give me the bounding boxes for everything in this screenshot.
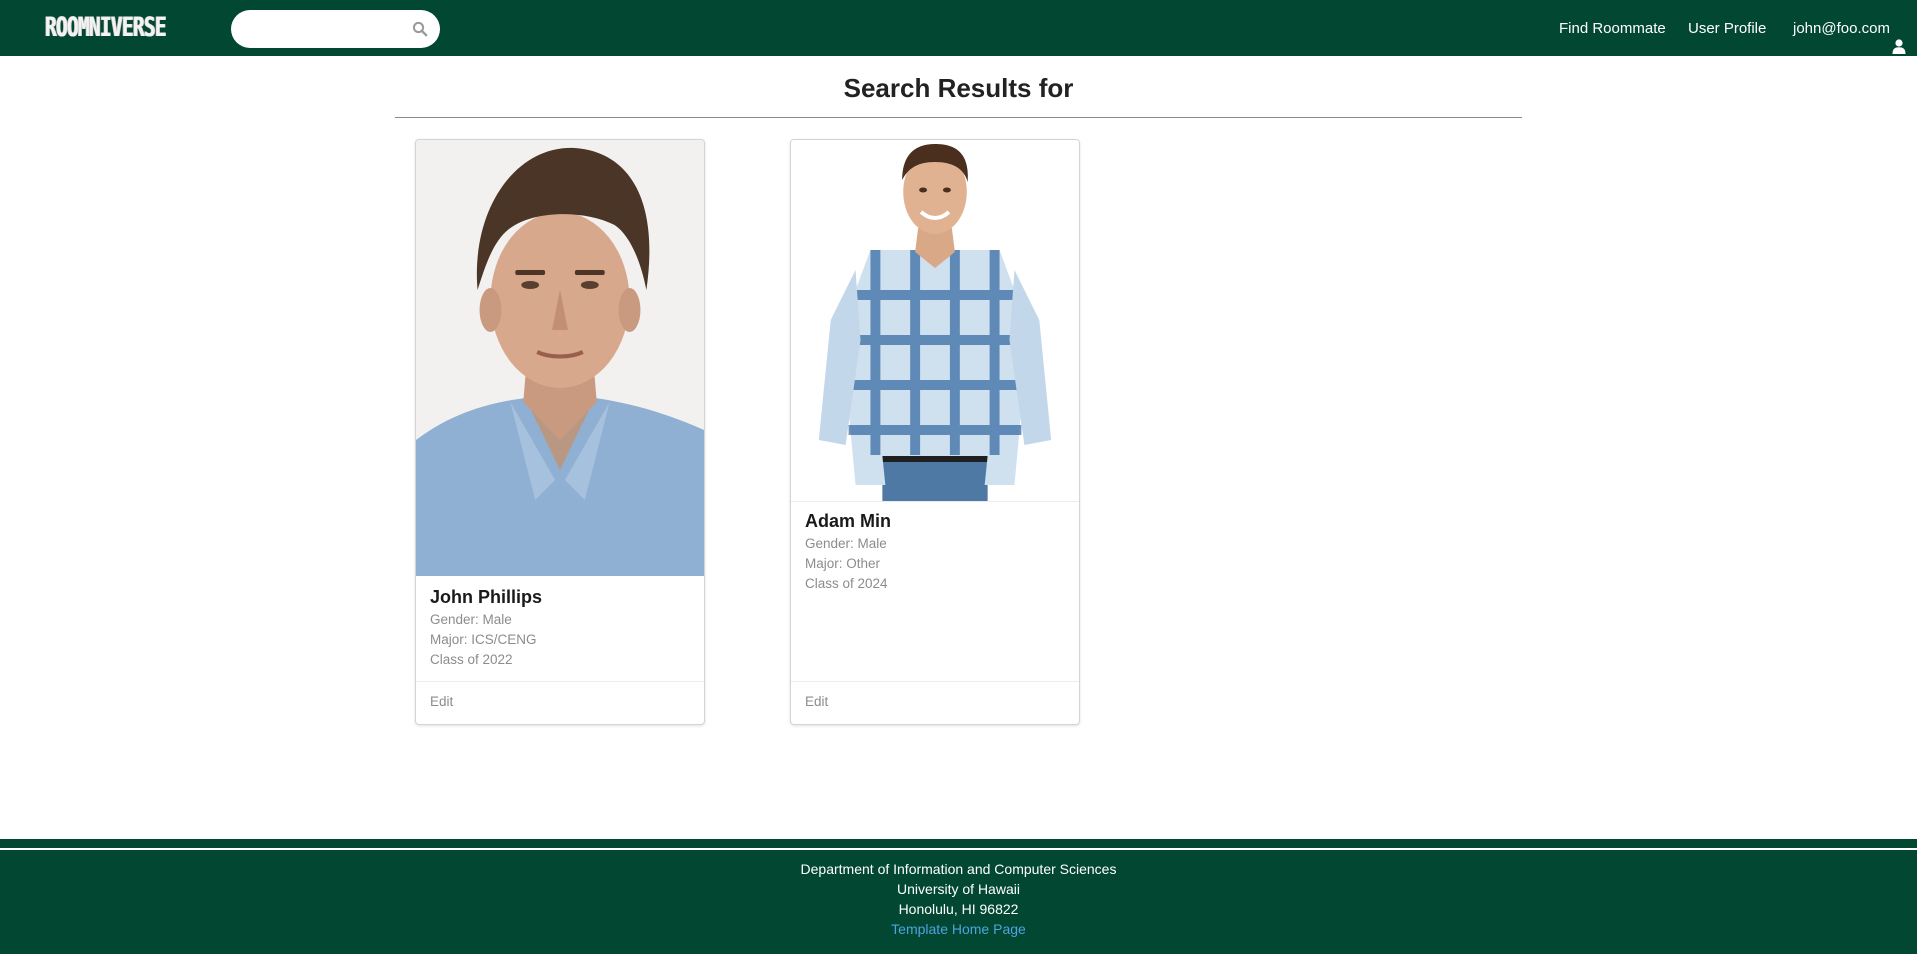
user-icon <box>1892 21 1906 54</box>
card-footer: Edit <box>791 681 1079 724</box>
footer-department: Department of Information and Computer S… <box>800 861 1117 877</box>
result-card-john-phillips: John Phillips Gender: Male Major: ICS/CE… <box>415 139 705 725</box>
page-footer: Department of Information and Computer S… <box>0 839 1917 954</box>
title-divider <box>395 117 1522 118</box>
template-home-link[interactable]: Template Home Page <box>891 921 1026 937</box>
student-class-year: Class of 2022 <box>430 652 513 667</box>
top-navbar: ROOMNIVERSE Find Roommate User Profile j… <box>0 0 1917 56</box>
student-name[interactable]: Adam Min <box>805 509 1065 533</box>
page-title: Search Results for <box>843 73 1074 103</box>
student-class-year: Class of 2024 <box>805 576 888 591</box>
nav-find-roommate[interactable]: Find Roommate <box>1559 0 1666 56</box>
user-email: john@foo.com <box>1793 19 1890 37</box>
result-card-adam-min: Adam Min Gender: Male Major: Other Class… <box>790 139 1080 725</box>
student-gender: Gender: Male <box>430 612 512 627</box>
search-box <box>231 10 440 50</box>
profile-photo <box>791 140 1079 502</box>
footer-divider <box>0 848 1917 850</box>
edit-link[interactable]: Edit <box>430 694 453 709</box>
edit-link[interactable]: Edit <box>805 694 828 709</box>
card-content: John Phillips Gender: Male Major: ICS/CE… <box>430 585 690 670</box>
card-content: Adam Min Gender: Male Major: Other Class… <box>805 509 1065 594</box>
footer-university: University of Hawaii <box>897 881 1020 897</box>
user-menu-dropdown[interactable]: john@foo.com <box>1793 0 1906 56</box>
nav-user-profile[interactable]: User Profile <box>1688 0 1766 56</box>
search-icon[interactable] <box>412 21 428 37</box>
student-gender: Gender: Male <box>805 536 887 551</box>
footer-address: Department of Information and Computer S… <box>0 859 1917 939</box>
brand-logo[interactable]: ROOMNIVERSE <box>45 12 167 44</box>
student-major: Major: ICS/CENG <box>430 632 537 647</box>
card-footer: Edit <box>416 681 704 724</box>
search-input[interactable] <box>245 10 409 50</box>
student-major: Major: Other <box>805 556 881 571</box>
student-name[interactable]: John Phillips <box>430 585 690 609</box>
profile-photo <box>416 140 704 576</box>
footer-city: Honolulu, HI 96822 <box>898 901 1019 917</box>
